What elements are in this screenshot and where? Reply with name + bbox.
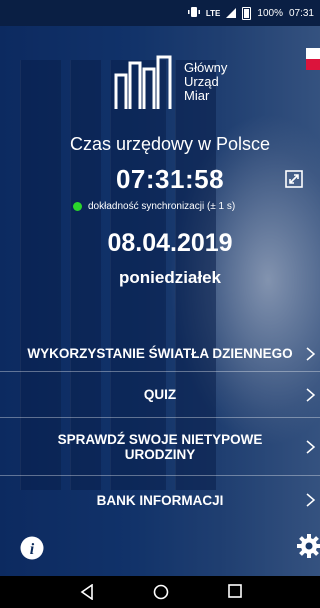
menu-item-birthdays[interactable]: SPRAWDŹ SWOJE NIETYPOWE URODZINY	[0, 418, 320, 476]
menu-item-label: BANK INFORMACJI	[96, 492, 224, 508]
expand-icon[interactable]	[285, 170, 303, 188]
info-icon[interactable]: i	[20, 536, 44, 560]
network-type: LTE	[205, 8, 221, 18]
chevron-right-icon	[306, 439, 316, 454]
sync-text: dokładność synchronizacji (± 1 s)	[88, 201, 236, 212]
signal-icon	[226, 8, 237, 18]
chevron-right-icon	[306, 493, 316, 507]
menu-item-label: WYKORZYSTANIE ŚWIATŁA DZIENNEGO	[27, 346, 293, 361]
vibrate-icon	[187, 6, 200, 20]
home-icon[interactable]	[153, 584, 169, 600]
menu-item-info-bank[interactable]: BANK INFORMACJI	[0, 476, 320, 524]
main-menu: WYKORZYSTANIE ŚWIATŁA DZIENNEGO QUIZ SPR…	[0, 336, 320, 524]
menu-item-label: QUIZ	[143, 387, 177, 402]
chevron-right-icon	[306, 387, 316, 402]
recents-icon[interactable]	[228, 584, 242, 598]
current-date: 08.04.2019	[107, 229, 233, 257]
official-time: 07:31:58	[115, 164, 225, 194]
logo-line: Główny	[184, 60, 228, 75]
back-icon[interactable]	[80, 584, 94, 600]
svg-text:i: i	[30, 541, 35, 558]
logo-line: Miar	[184, 88, 210, 103]
sync-indicator-dot	[73, 202, 82, 211]
gum-logo: Główny Urząd Miar	[114, 52, 254, 112]
chevron-right-icon	[306, 346, 316, 361]
menu-item-daylight[interactable]: WYKORZYSTANIE ŚWIATŁA DZIENNEGO	[0, 336, 320, 372]
battery-percent: 100%	[257, 7, 283, 19]
android-nav-bar	[0, 576, 320, 608]
current-weekday: poniedziałek	[118, 268, 222, 287]
logo-line: Urząd	[184, 74, 219, 89]
battery-icon	[242, 6, 252, 20]
gum-logo-mark	[114, 55, 172, 109]
logo-text: Główny Urząd Miar	[184, 61, 227, 103]
gear-icon[interactable]	[296, 533, 320, 559]
polish-flag-language-button[interactable]	[306, 48, 320, 70]
status-time: 07:31	[288, 7, 314, 19]
menu-item-label: SPRAWDŹ SWOJE NIETYPOWE URODZINY	[57, 431, 263, 462]
status-bar: LTE 100% 07:31	[0, 0, 320, 26]
sync-status: dokładność synchronizacji (± 1 s)	[73, 201, 235, 212]
page-title: Czas urzędowy w Polsce	[69, 134, 271, 154]
menu-item-quiz[interactable]: QUIZ	[0, 372, 320, 418]
